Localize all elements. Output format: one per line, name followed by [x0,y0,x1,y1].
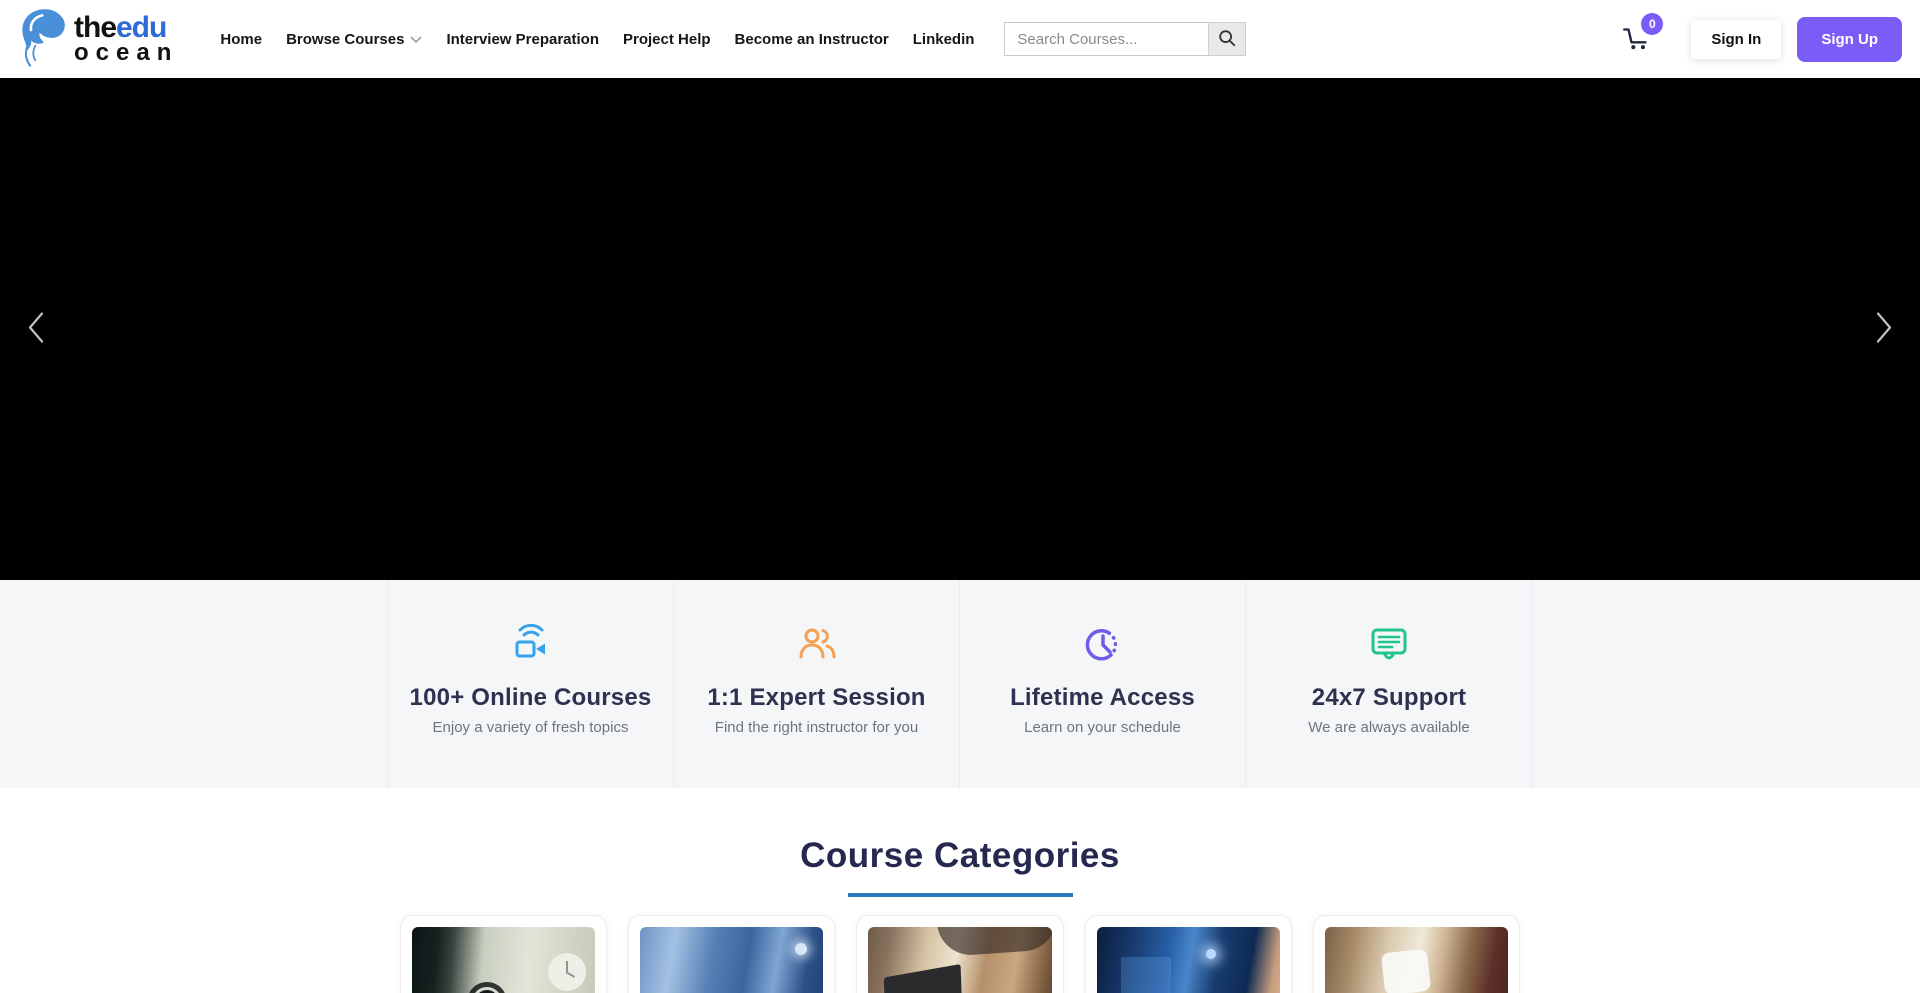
category-card-2[interactable] [628,915,835,993]
search-button[interactable] [1208,22,1246,56]
course-search [1004,22,1246,56]
nav-item-home[interactable]: Home [220,31,262,48]
laptop-shape-graphic [884,964,963,993]
light-dot-graphic [795,943,807,955]
arm-shape-graphic [937,927,1051,957]
feature-online-courses: 100+ Online Courses Enjoy a variety of f… [388,580,674,788]
feature-subtitle: Find the right instructor for you [674,719,959,736]
feature-lifetime-access: Lifetime Access Learn on your schedule [960,580,1246,788]
feature-expert-session: 1:1 Expert Session Find the right instru… [674,580,960,788]
nav-item-browse-courses[interactable]: Browse Courses [286,31,422,48]
category-cards-row [400,915,1520,993]
sign-in-button[interactable]: Sign In [1691,20,1781,59]
photo-blue-technology [640,927,823,993]
chat-icon [1246,620,1532,670]
screen-panel-graphic [1121,957,1171,993]
search-input[interactable] [1004,22,1208,56]
nav-item-project-help[interactable]: Project Help [623,31,711,48]
clock-icon [960,620,1245,670]
nav-item-linkedin[interactable]: Linkedin [913,31,975,48]
carousel-next-button[interactable] [1860,302,1906,357]
photo-laptop-desk-work [868,927,1051,993]
carousel-prev-button[interactable] [14,302,60,357]
chevron-right-icon [1864,338,1902,353]
header: theedu ocean Home Browse Courses Intervi… [0,0,1920,78]
site-logo[interactable]: theedu ocean [18,5,178,74]
clock-graphic [548,953,586,991]
search-icon [1217,28,1237,51]
section-title: Course Categories [0,836,1920,876]
cart-count-badge: 0 [1641,13,1663,35]
cart-button[interactable]: 0 [1621,23,1651,56]
logo-ocean: ocean [74,41,178,65]
chevron-left-icon [18,338,56,353]
glow-dot-graphic [1206,949,1216,959]
feature-subtitle: We are always available [1246,719,1532,736]
title-underline [848,893,1073,897]
photo-office-keyboard-hands [1325,927,1508,993]
feature-subtitle: Enjoy a variety of fresh topics [388,719,673,736]
features-band: 100+ Online Courses Enjoy a variety of f… [0,580,1920,788]
logo-text: theedu ocean [74,13,178,65]
nav-item-become-instructor[interactable]: Become an Instructor [735,31,889,48]
category-card-4[interactable] [1085,915,1292,993]
video-camera-icon [388,620,673,670]
feature-title: 24x7 Support [1246,684,1532,712]
sign-up-button[interactable]: Sign Up [1797,17,1902,62]
feature-title: 100+ Online Courses [388,684,673,712]
users-icon [674,620,959,670]
wave-logo-icon [18,5,70,74]
category-card-1[interactable] [400,915,607,993]
photo-digital-screen-hand [1097,927,1280,993]
course-categories-section: Course Categories [0,788,1920,993]
icon-chip-graphic [1381,949,1431,993]
main-nav: Home Browse Courses Interview Preparatio… [220,31,974,48]
cart-icon [1621,38,1651,55]
category-card-5[interactable] [1313,915,1520,993]
photo-person-silhouette-clock [412,927,595,993]
feature-support: 24x7 Support We are always available [1246,580,1532,788]
hero-carousel [0,78,1920,580]
chevron-down-icon [410,31,422,48]
feature-subtitle: Learn on your schedule [960,719,1245,736]
target-ring-graphic [472,987,502,993]
feature-title: 1:1 Expert Session [674,684,959,712]
feature-title: Lifetime Access [960,684,1245,712]
category-card-3[interactable] [856,915,1063,993]
nav-item-interview-preparation[interactable]: Interview Preparation [446,31,599,48]
